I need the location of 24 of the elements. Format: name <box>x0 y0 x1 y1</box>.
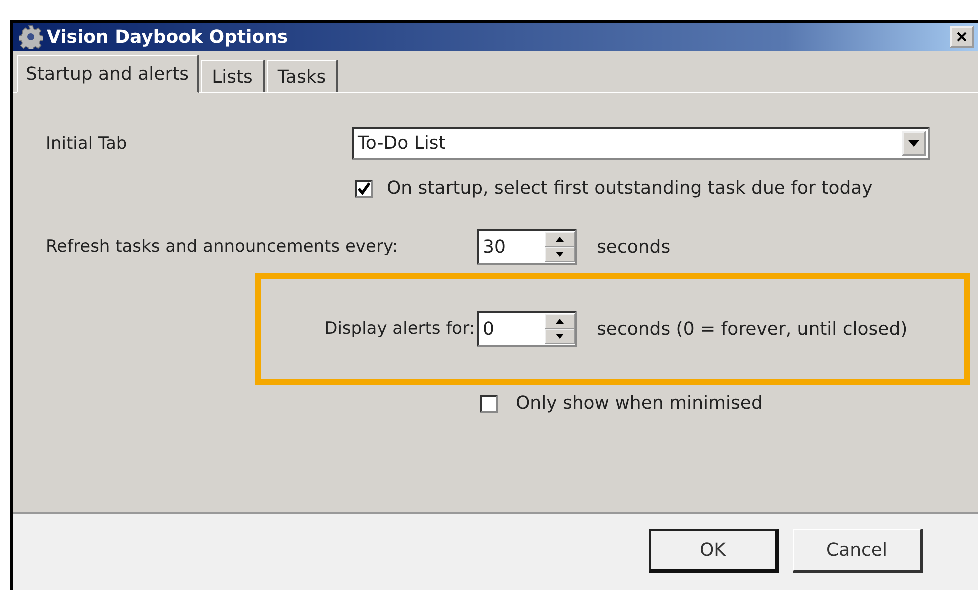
gear-icon <box>19 25 43 49</box>
close-icon <box>956 31 968 43</box>
caret-icon <box>902 131 926 156</box>
spinner-arrows-icon <box>545 314 575 344</box>
spin-box[interactable]: 30 <box>477 229 577 265</box>
checkbox-label: On startup, select first outstanding task due for today <box>387 178 873 199</box>
close-button[interactable] <box>950 26 974 48</box>
checkbox-label: Only show when minimised <box>516 393 763 414</box>
dialog-button[interactable]: OK <box>649 529 779 573</box>
dropdown[interactable]: To-Do List <box>352 127 930 160</box>
field-label: Initial Tab <box>46 134 128 154</box>
field-label: Display alerts for: <box>324 319 476 339</box>
field-label: Refresh tasks and announcements every: <box>46 237 399 257</box>
spin-box[interactable]: 0 <box>477 311 577 347</box>
tab[interactable]: Startup and alerts <box>17 55 200 93</box>
tab[interactable]: Tasks <box>266 60 338 92</box>
tab[interactable]: Lists <box>201 60 265 92</box>
unit-label: seconds (0 = forever, until closed) <box>597 318 908 340</box>
checkbox[interactable] <box>480 394 498 412</box>
unit-label: seconds <box>597 236 671 258</box>
dialog-button[interactable]: Cancel <box>793 529 923 573</box>
window-title: Vision Daybook Options <box>47 26 288 48</box>
spinner-arrows-icon <box>545 232 575 262</box>
checkbox[interactable] <box>355 180 373 198</box>
